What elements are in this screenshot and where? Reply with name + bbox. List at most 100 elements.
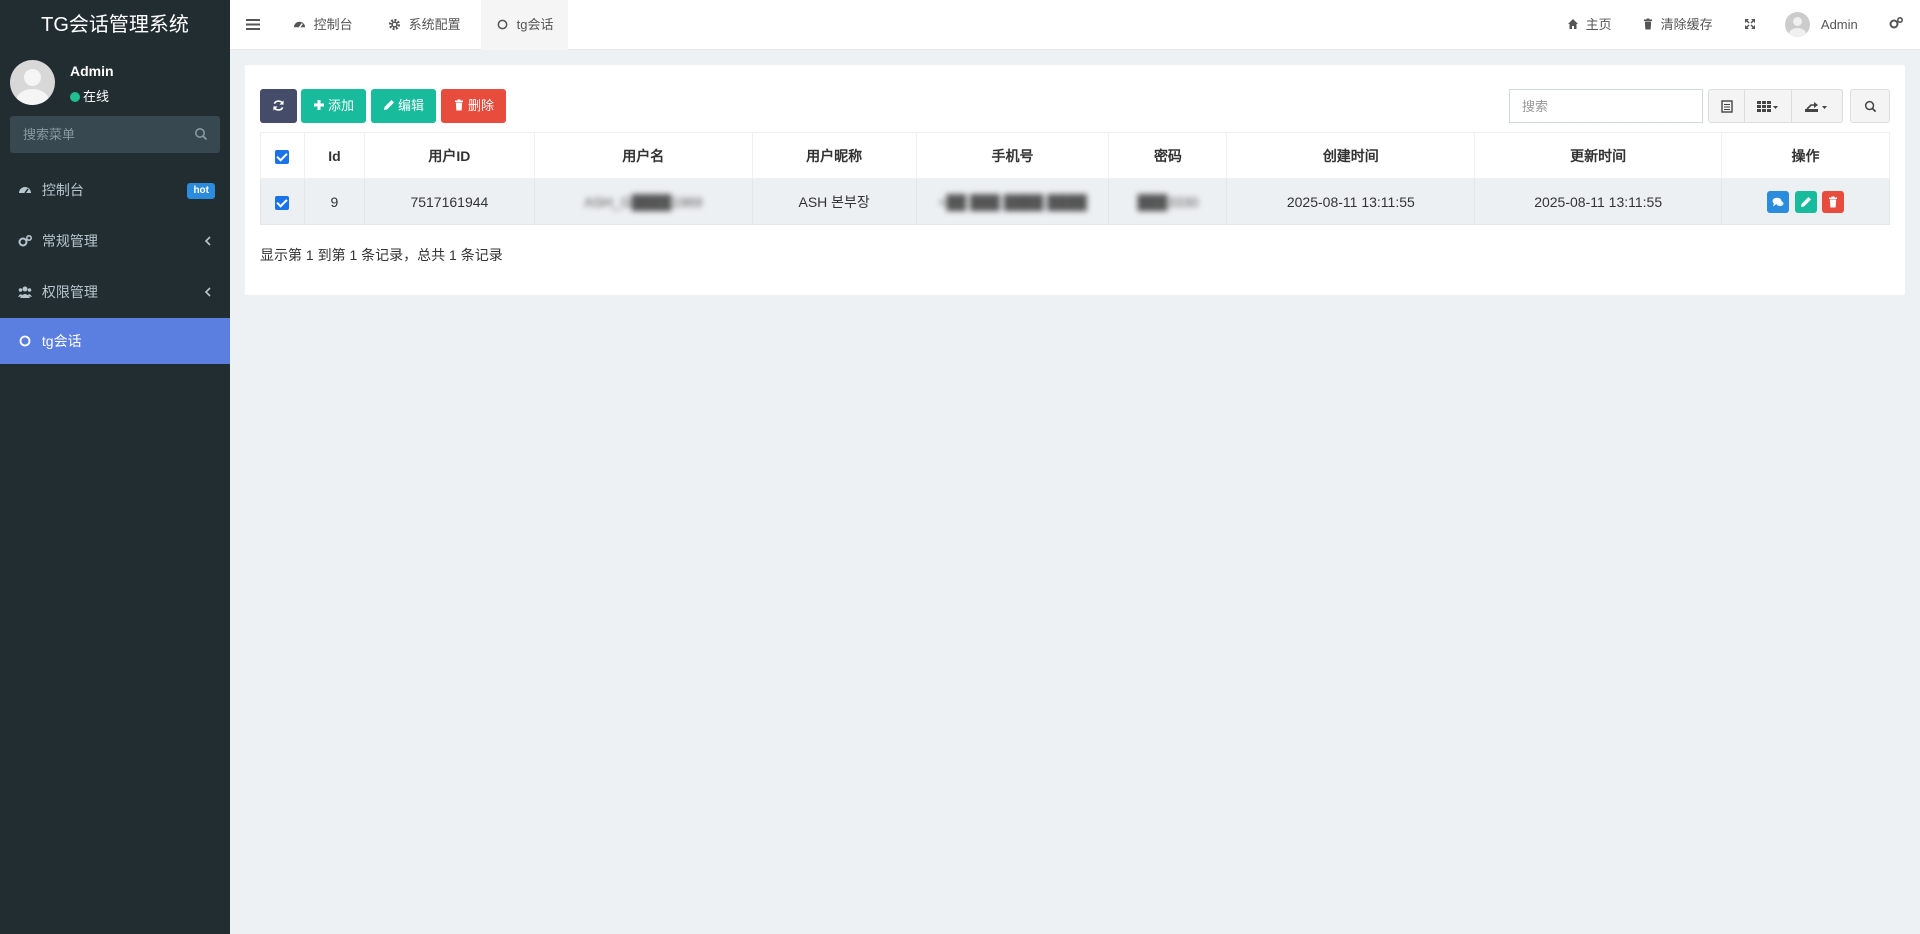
dashboard-icon [293,21,306,28]
trash-icon [1829,196,1838,207]
row-checkbox[interactable] [275,195,290,210]
row-select-cell [260,178,305,225]
top-navbar: 控制台 系统配置 tg会话 主页 清除缓存 Admin [230,0,1920,50]
menu-toggle-icon[interactable] [246,18,260,31]
user-panel: Admin 在线 [0,50,230,116]
export-button[interactable] [1791,89,1843,123]
user-status-label: 在线 [83,89,110,104]
dashboard-icon [19,187,31,194]
edit-button[interactable]: 编辑 [371,89,437,123]
columns-icon [1757,101,1778,112]
list-icon [1720,99,1733,113]
tab-label: 系统配置 [408,17,461,32]
clear-cache-label: 清除缓存 [1660,17,1713,32]
column-header[interactable]: 用户名 [533,132,753,179]
column-header[interactable]: 用户昵称 [751,132,917,179]
refresh-icon [273,100,284,111]
add-button[interactable]: 添加 [301,89,367,123]
select-all-checkbox[interactable] [275,149,290,164]
refresh-button[interactable] [260,89,297,123]
avatar [10,60,55,105]
advanced-search-button[interactable] [1850,89,1890,123]
sidebar-item-tg-session[interactable]: tg会话 [0,318,230,364]
toggle-view-button[interactable] [1708,89,1745,123]
cell-phone: +██ ███ ████ ████ [915,178,1110,225]
sessions-table: Id 用户ID 用户名 用户昵称 手机号 密码 创建时间 更新时间 操作 9 7… [260,132,1890,225]
user-menu[interactable]: Admin [1785,0,1858,50]
pencil-icon [384,100,394,110]
password-value: ███3330 [1137,193,1199,210]
cell-username: ASH_G████1969 [533,178,753,225]
online-dot-icon [70,92,80,102]
export-icon [1805,101,1827,112]
cell-actions [1721,178,1890,225]
cell-user-id: 7517161944 [363,178,535,225]
column-header[interactable]: 密码 [1108,132,1228,179]
tab-system-config[interactable]: 系统配置 [373,0,476,50]
trash-icon [455,99,463,111]
home-label: 主页 [1585,17,1612,32]
cell-nickname: ASH 본부장 [751,178,917,225]
search-icon[interactable] [194,127,208,141]
cell-password: ███3330 [1108,178,1228,225]
sidebar-item-label: tg会话 [41,333,82,349]
chevron-left-icon [204,287,211,297]
trash-icon [1644,18,1652,30]
users-icon [18,286,32,298]
fullscreen-button[interactable] [1744,0,1759,50]
sidebar: TG会话管理系统 Admin 在线 控制台 hot 常规管理 权限管理 tg会话 [0,0,230,934]
cell-created: 2025-08-11 13:11:55 [1226,178,1476,225]
tab-dashboard[interactable]: 控制台 [278,0,368,50]
sidebar-item-label: 权限管理 [41,284,98,300]
clear-cache-button[interactable]: 清除缓存 [1642,0,1713,50]
content-panel: 添加 编辑 删除 Id 用户ID 用户名 用户昵称 手机号 [245,65,1905,295]
tab-tg-session[interactable]: tg会话 [481,0,569,50]
sidebar-item-dashboard[interactable]: 控制台 hot [0,165,230,216]
phone-value: +██ ███ ████ ████ [938,193,1087,210]
gear-icon [388,18,401,31]
table-header-row: Id 用户ID 用户名 用户昵称 手机号 密码 创建时间 更新时间 操作 [260,132,1890,179]
user-name: Admin [70,63,114,79]
cell-updated: 2025-08-11 13:11:55 [1474,178,1723,225]
column-header[interactable]: 用户ID [363,132,535,179]
circle-icon [497,19,508,30]
cogs-icon [1889,17,1903,29]
avatar [1785,12,1810,37]
table-search [1509,89,1703,123]
user-menu-name: Admin [1820,17,1858,32]
column-header[interactable]: Id [303,132,365,179]
pencil-icon [1800,196,1811,207]
delete-button[interactable]: 删除 [441,89,507,123]
table-tools [1708,89,1843,123]
sidebar-item-label: 常规管理 [41,233,98,249]
sidebar-item-label: 控制台 [41,182,84,198]
home-link[interactable]: 主页 [1567,0,1612,50]
sidebar-item-permissions[interactable]: 权限管理 [0,267,230,318]
username-value: ASH_G████1969 [584,193,703,210]
column-header[interactable]: 更新时间 [1474,132,1723,179]
column-header[interactable]: 手机号 [915,132,1110,179]
hot-badge: hot [187,183,215,199]
search-icon [1864,100,1876,112]
edit-button-label: 编辑 [398,98,425,113]
circle-icon [19,335,31,347]
row-delete-button[interactable] [1822,190,1845,213]
columns-button[interactable] [1744,89,1792,123]
row-edit-button[interactable] [1794,190,1817,213]
column-header[interactable]: 创建时间 [1226,132,1476,179]
app-title[interactable]: TG会话管理系统 [0,0,230,50]
control-sidebar-button[interactable] [1889,0,1906,50]
cogs-icon [18,235,32,247]
table-row[interactable]: 9 7517161944 ASH_G████1969 ASH 본부장 +██ █… [260,178,1890,225]
select-all-cell [260,132,305,179]
table-search-input[interactable] [1510,90,1702,122]
pagination-summary: 显示第 1 到第 1 条记录，总共 1 条记录 [260,247,503,263]
chevron-left-icon [204,236,211,246]
sidebar-item-general[interactable]: 常规管理 [0,216,230,267]
user-status: 在线 [70,86,109,105]
chat-button[interactable] [1766,190,1789,213]
tab-label: tg会话 [516,17,554,32]
menu-search-input[interactable] [10,116,220,153]
column-header: 操作 [1721,132,1890,179]
fullscreen-icon [1745,19,1755,29]
